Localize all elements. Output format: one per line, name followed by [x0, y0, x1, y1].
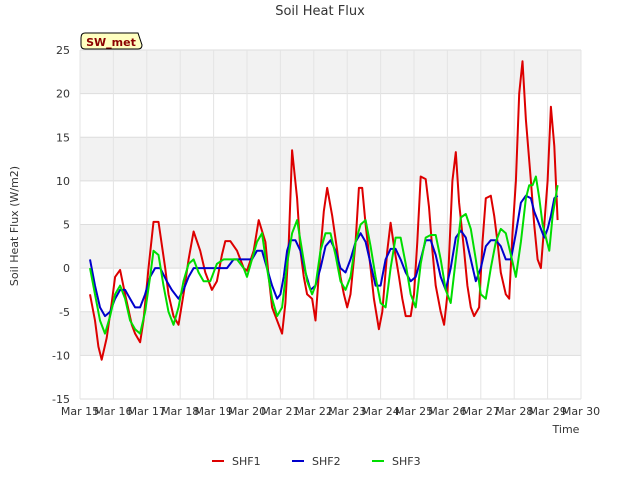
- background-band: [80, 50, 581, 94]
- background-band: [80, 224, 581, 269]
- y-tick-label: -15: [52, 393, 70, 406]
- badge-label: SW_met: [86, 36, 136, 49]
- background-band: [80, 355, 581, 399]
- y-tick-label: 25: [56, 44, 70, 57]
- y-tick-label: -5: [59, 306, 70, 319]
- y-tick-labels: -15 -10 -5 0 5 10 15 20 25: [52, 44, 70, 406]
- background-band: [80, 93, 581, 138]
- chart-title: Soil Heat Flux: [275, 4, 365, 19]
- background-band: [80, 137, 581, 181]
- x-tick-labels: Mar 15Mar 16Mar 17Mar 18Mar 19Mar 20Mar …: [61, 405, 600, 418]
- y-tick-label: -10: [52, 349, 70, 362]
- legend-label: SHF2: [312, 455, 341, 468]
- x-tick-label: Mar 30: [562, 405, 600, 418]
- soil-heat-flux-chart: Soil Heat Flux Mar 15Mar 16Mar 17Mar 18M…: [8, 4, 600, 468]
- legend-label: SHF1: [232, 455, 261, 468]
- y-axis-label: Soil Heat Flux (W/m2): [8, 166, 21, 286]
- station-badge: SW_met: [80, 32, 143, 50]
- legend-label: SHF3: [392, 455, 421, 468]
- legend: SHF1 SHF2 SHF3: [212, 455, 421, 468]
- y-tick-label: 15: [56, 131, 70, 144]
- y-tick-label: 5: [63, 219, 70, 232]
- y-tick-label: 0: [63, 262, 70, 275]
- y-tick-label: 10: [56, 175, 70, 188]
- y-tick-label: 20: [56, 88, 70, 101]
- x-axis-label: Time: [552, 423, 580, 436]
- background-band: [80, 268, 581, 312]
- background-band: [80, 311, 581, 356]
